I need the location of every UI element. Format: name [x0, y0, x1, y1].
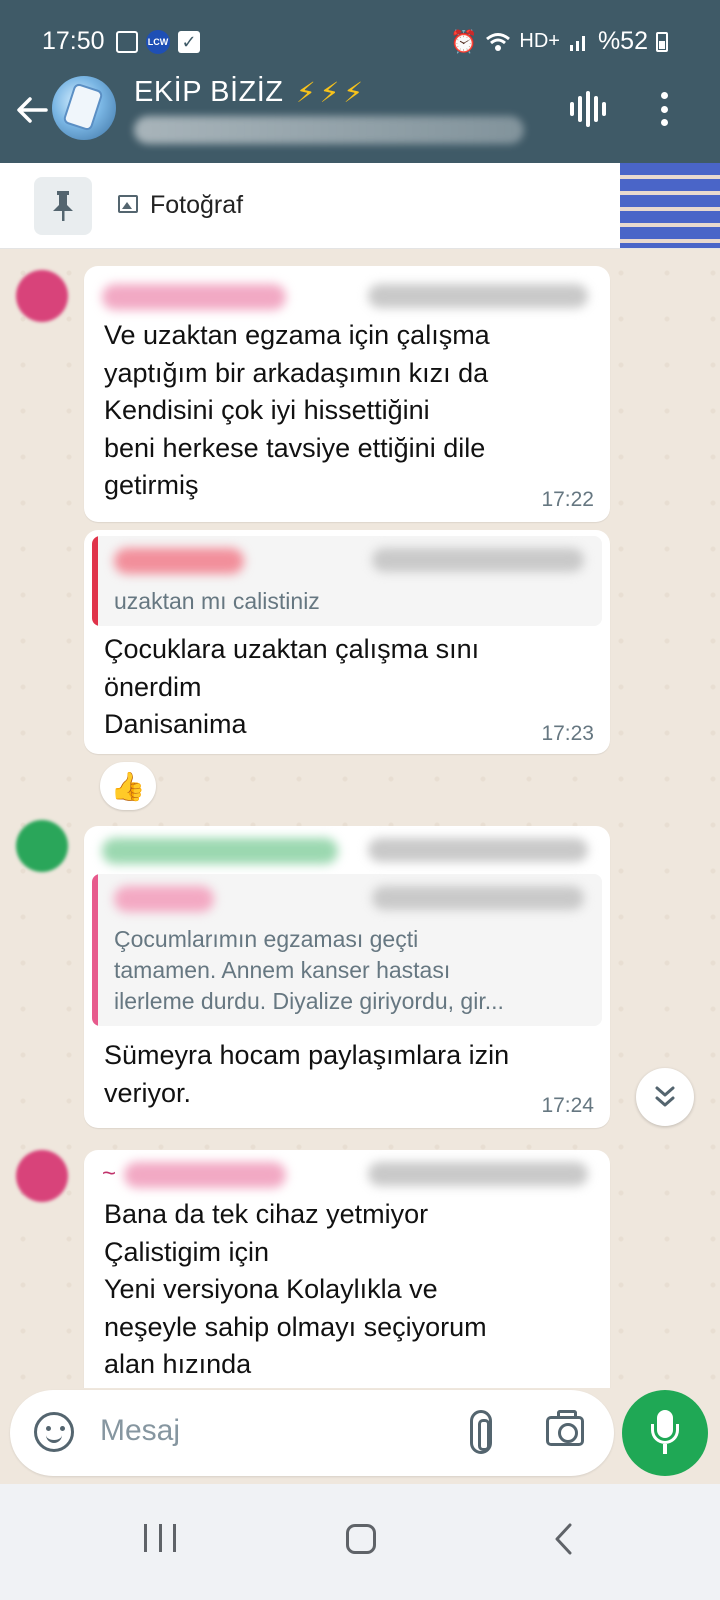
- group-title[interactable]: EKİP BİZİZ: [134, 76, 284, 109]
- voice-message-button[interactable]: [622, 1390, 708, 1476]
- message-text: Ve uzaktan egzama için çalışma yaptığım …: [104, 320, 490, 500]
- alarm-icon: ⏰: [449, 28, 478, 54]
- message-bubble[interactable]: ~ Bana da tek cihaz yetmiyor Çalistigim …: [84, 1150, 610, 1388]
- sender-prefix: ~: [102, 1160, 117, 1187]
- signal-icon: [569, 35, 585, 51]
- quoted-sender-blurred: [114, 548, 244, 574]
- emoji-icon[interactable]: [34, 1412, 74, 1452]
- chat-area[interactable]: Ve uzaktan egzama için çalışma yaptığım …: [0, 250, 720, 1388]
- title-emoji: ⚡⚡⚡: [296, 77, 367, 108]
- pinned-message-bar[interactable]: Fotoğraf: [0, 163, 720, 249]
- camera-icon[interactable]: [546, 1410, 584, 1446]
- quoted-phone-blurred: [372, 548, 584, 572]
- quoted-sender-blurred: [114, 886, 214, 912]
- status-right: ⏰ HD+ %52: [450, 27, 668, 56]
- message-time: 17:23: [541, 722, 594, 745]
- lcw-notification-icon: LCW: [146, 29, 170, 55]
- quoted-message[interactable]: uzaktan mı calistiniz: [92, 536, 602, 626]
- sender-name-blurred[interactable]: [124, 1162, 286, 1188]
- message-text: Çocuklara uzaktan çalışma sını önerdim D…: [104, 634, 480, 739]
- pinned-label: Fotoğraf: [150, 191, 244, 219]
- quoted-phone-blurred: [372, 886, 584, 910]
- pinned-thumbnail[interactable]: [620, 163, 720, 248]
- battery-icon: [656, 31, 668, 52]
- back-arrow-icon[interactable]: [10, 88, 54, 132]
- double-chevron-down-icon: [655, 1086, 675, 1107]
- gallery-notification-icon: [116, 29, 138, 55]
- quoted-message[interactable]: Çocumlarımın egzaması geçti tamamen. Ann…: [92, 874, 602, 1026]
- sender-avatar[interactable]: [16, 1150, 68, 1202]
- scroll-to-bottom-button[interactable]: [636, 1068, 694, 1126]
- message-composer[interactable]: Mesaj: [10, 1390, 614, 1476]
- app-header: 17:50 LCW ✓ ⏰ HD+ %52 EKİP BİZİZ ⚡⚡⚡: [0, 0, 720, 163]
- wifi-icon: [486, 32, 511, 51]
- message-time: 17:24: [541, 1094, 594, 1117]
- home-icon[interactable]: [346, 1524, 376, 1554]
- status-bar: 17:50 LCW ✓ ⏰ HD+ %52: [0, 0, 720, 80]
- pin-icon[interactable]: [34, 177, 92, 235]
- nav-back-icon[interactable]: [552, 1522, 576, 1556]
- quoted-text: Çocumlarımın egzaması geçti tamamen. Ann…: [114, 926, 504, 1014]
- message-bubble[interactable]: Çocumlarımın egzaması geçti tamamen. Ann…: [84, 826, 610, 1128]
- photo-icon: [118, 195, 138, 213]
- battery-percent: %52: [597, 27, 648, 55]
- sender-phone-blurred: [368, 284, 588, 308]
- more-options-icon[interactable]: [654, 92, 674, 126]
- quoted-text: uzaktan mı calistiniz: [114, 588, 320, 614]
- attach-icon[interactable]: [470, 1410, 492, 1454]
- status-time: 17:50: [42, 27, 105, 55]
- members-subtitle-blurred[interactable]: [134, 116, 524, 144]
- message-input[interactable]: Mesaj: [100, 1414, 180, 1448]
- message-text: Bana da tek cihaz yetmiyor Çalistigim iç…: [104, 1199, 487, 1379]
- sender-phone-blurred: [368, 1162, 588, 1186]
- message-bubble[interactable]: Ve uzaktan egzama için çalışma yaptığım …: [84, 266, 610, 522]
- message-text: Sümeyra hocam paylaşımlara izin veriyor.: [104, 1040, 510, 1108]
- sender-avatar[interactable]: [16, 270, 68, 322]
- reaction-badge[interactable]: 👍: [100, 762, 156, 810]
- message-bubble[interactable]: uzaktan mı calistiniz Çocuklara uzaktan …: [84, 530, 610, 754]
- voice-chat-icon[interactable]: [568, 90, 608, 128]
- sender-avatar[interactable]: [16, 820, 68, 872]
- check-notification-icon: ✓: [178, 29, 200, 55]
- network-type: HD+: [519, 30, 560, 52]
- recent-apps-icon[interactable]: [144, 1524, 176, 1552]
- message-time: 17:22: [541, 488, 594, 511]
- sender-phone-blurred: [368, 838, 588, 862]
- sender-name-blurred[interactable]: [102, 838, 338, 864]
- sender-name-blurred[interactable]: [102, 284, 286, 310]
- group-avatar[interactable]: [52, 76, 116, 140]
- system-nav-bar: [0, 1484, 720, 1600]
